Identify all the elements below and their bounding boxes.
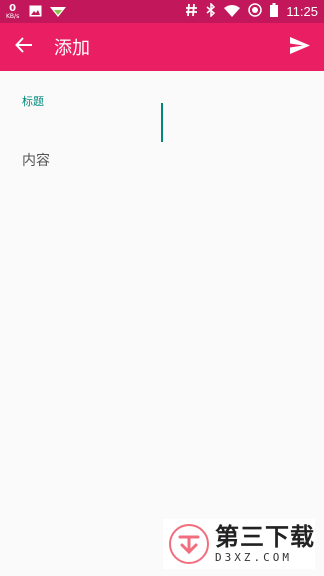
watermark-url: D3XZ.COM [215,551,292,564]
net-speed-unit: KB/s [6,12,20,20]
net-speed-indicator: 0 KB/s [6,2,20,20]
send-button[interactable] [276,23,324,71]
watermark: 第三下载 D3XZ.COM [163,519,315,569]
title-label: 标题 [22,95,44,108]
status-time: 11:25 [286,4,318,19]
back-button[interactable] [0,23,48,71]
image-icon [29,2,42,21]
send-icon [290,36,310,58]
battery-icon [270,2,279,21]
content-input[interactable] [22,148,302,174]
app-bar: 添加 [0,23,324,71]
text-cursor [161,103,163,142]
net-speed-value: 0 [9,2,17,14]
watermark-logo-icon [169,524,209,564]
wifi-icon [224,2,241,21]
bluetooth-icon [206,2,216,21]
hash-icon [185,2,198,21]
data-saver-icon [248,2,263,21]
status-bar: 0 KB/s 11:25 [0,0,324,23]
arrow-back-icon [15,36,33,58]
page-title: 添加 [54,38,90,59]
signal-triangle-icon [50,2,67,21]
watermark-brand: 第三下载 [215,523,315,551]
